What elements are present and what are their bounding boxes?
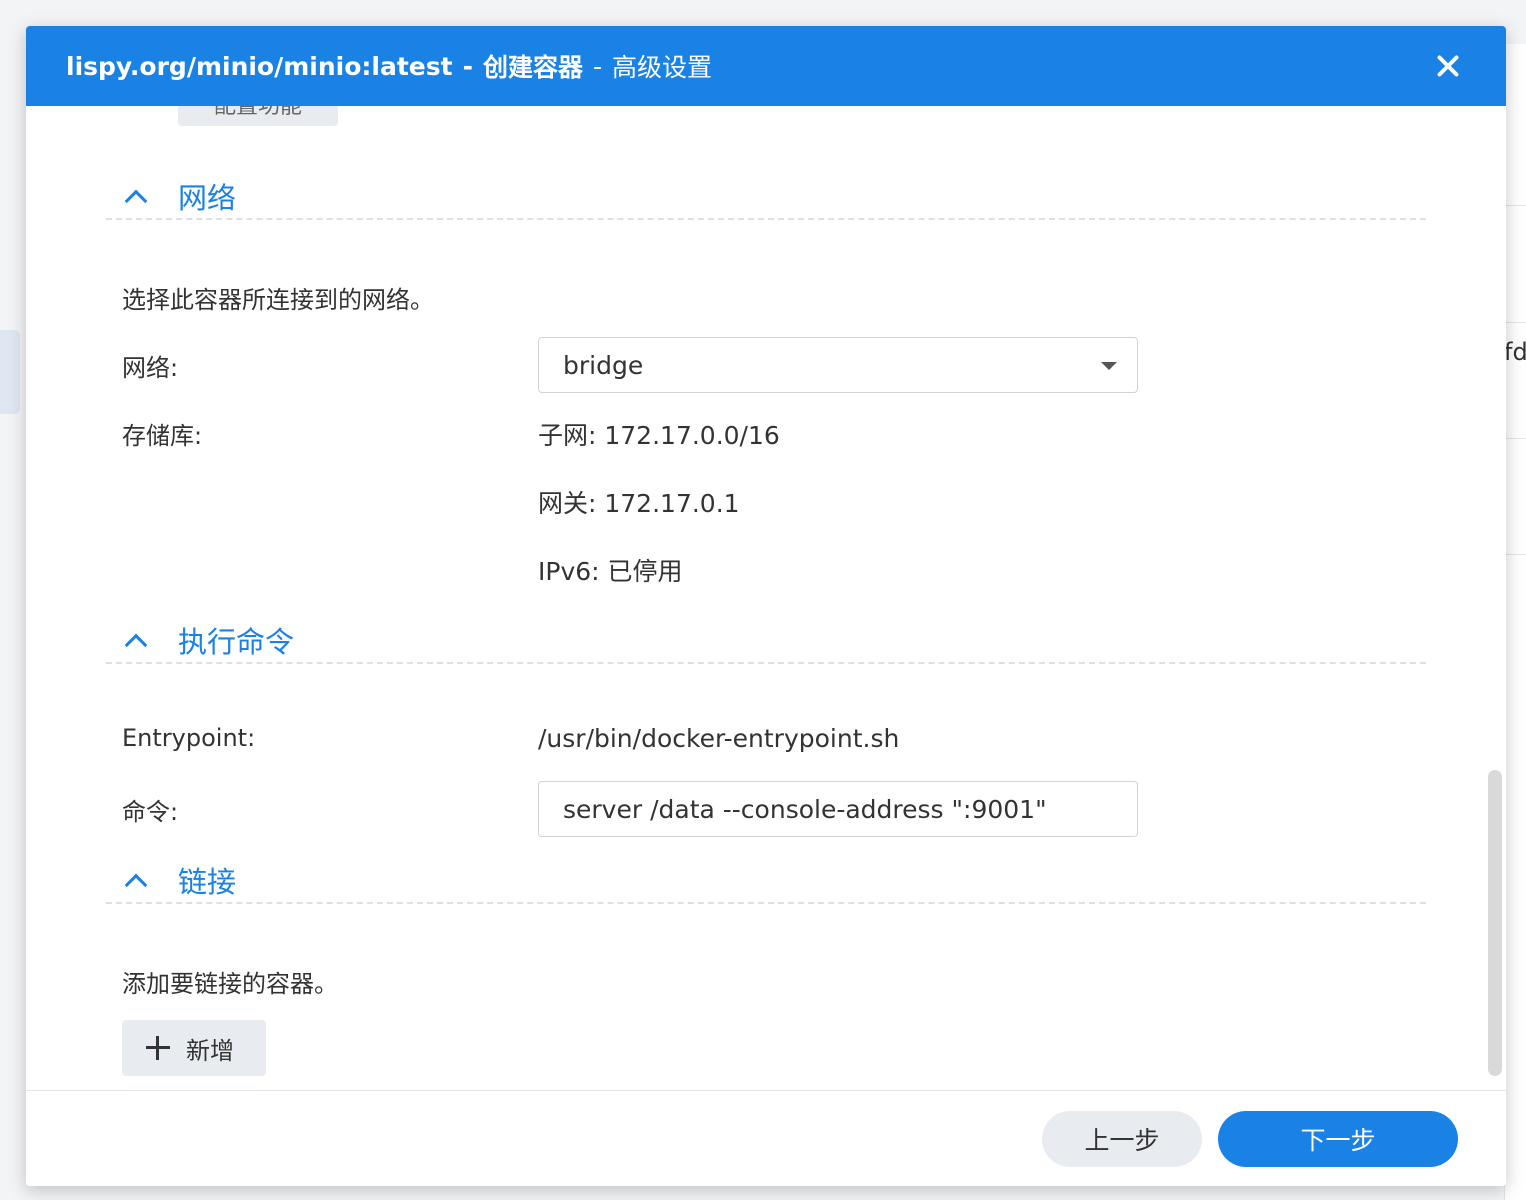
- title-separator: -: [462, 51, 473, 81]
- advanced-settings-dialog: lispy.org/minio/minio:latest - 创建容器 - 高级…: [26, 26, 1506, 1186]
- background-divider: [1504, 205, 1526, 206]
- command-label: 命令:: [122, 798, 179, 826]
- background-divider: [1504, 322, 1526, 323]
- network-section-header[interactable]: 网络: [106, 174, 1426, 220]
- network-select-value: bridge: [563, 350, 644, 380]
- command-section-header[interactable]: 执行命令: [106, 618, 1426, 664]
- gateway-value: 网关: 172.17.0.1: [538, 489, 740, 518]
- network-description: 选择此容器所连接到的网络。: [122, 286, 434, 314]
- links-description: 添加要链接的容器。: [122, 970, 338, 998]
- title-action: 创建容器: [482, 53, 583, 82]
- command-input-value: server /data --console-address ":9001": [563, 794, 1047, 824]
- network-label: 网络:: [122, 354, 179, 382]
- scrollbar-thumb[interactable]: [1488, 770, 1502, 1076]
- section-title: 网络: [178, 181, 237, 215]
- title-separator: -: [592, 51, 603, 81]
- background-divider: [1504, 438, 1526, 439]
- background-text: fd: [1504, 338, 1526, 366]
- previous-button[interactable]: 上一步: [1042, 1111, 1202, 1167]
- section-title: 链接: [178, 865, 237, 899]
- section-title: 执行命令: [178, 625, 295, 659]
- command-input[interactable]: server /data --console-address ":9001": [538, 781, 1138, 837]
- dialog-content: 配置功能 网络 选择此容器所连接到的网络。 网络: bridge 存储库: 子网…: [26, 106, 1506, 1090]
- title-page: 高级设置: [612, 53, 713, 82]
- subnet-value: 子网: 172.17.0.0/16: [538, 421, 780, 450]
- background-divider: [1504, 554, 1526, 555]
- ipv6-value: IPv6: 已停用: [538, 557, 683, 586]
- caret-down-icon: [1101, 362, 1117, 370]
- next-button[interactable]: 下一步: [1218, 1111, 1458, 1167]
- add-link-button[interactable]: 新增: [122, 1020, 266, 1076]
- dialog-footer: 上一步 下一步: [26, 1090, 1506, 1186]
- storage-label: 存储库:: [122, 422, 203, 450]
- entrypoint-value: /usr/bin/docker-entrypoint.sh: [538, 724, 900, 753]
- background-left-tab: [0, 330, 20, 414]
- plus-icon: [146, 1036, 170, 1060]
- entrypoint-label: Entrypoint:: [122, 724, 256, 752]
- chevron-up-icon: [124, 189, 148, 213]
- close-icon[interactable]: [1432, 50, 1464, 82]
- chevron-up-icon: [124, 633, 148, 657]
- title-image-name: lispy.org/minio/minio:latest: [66, 51, 453, 81]
- network-select[interactable]: bridge: [538, 337, 1138, 393]
- links-section-header[interactable]: 链接: [106, 858, 1426, 904]
- background-right-panel: [1504, 44, 1526, 1200]
- dialog-titlebar: lispy.org/minio/minio:latest - 创建容器 - 高级…: [26, 26, 1506, 106]
- configure-button[interactable]: 配置功能: [178, 106, 338, 126]
- chevron-up-icon: [124, 873, 148, 897]
- add-button-label: 新增: [186, 1036, 234, 1065]
